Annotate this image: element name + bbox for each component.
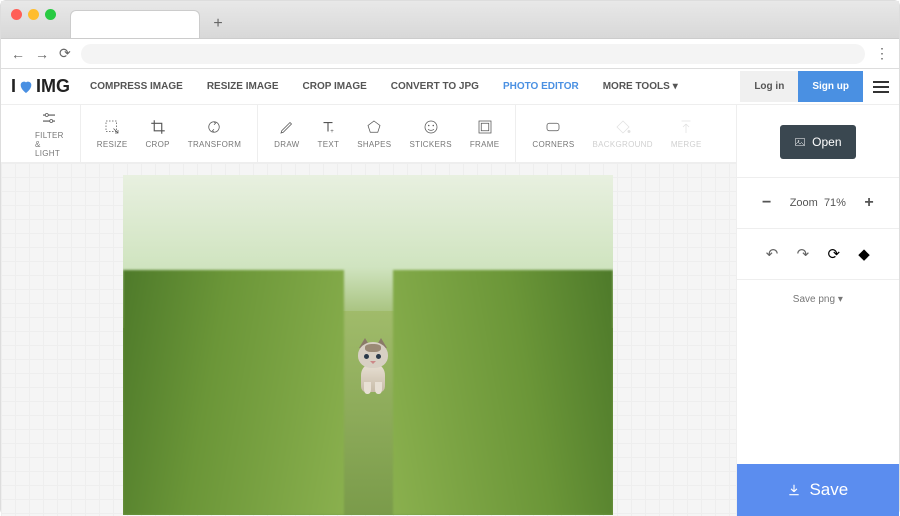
- tool-filter-light[interactable]: FILTER & LIGHT: [35, 109, 64, 158]
- tool-stickers[interactable]: STICKERS: [409, 118, 451, 149]
- minimize-window-icon[interactable]: [28, 9, 39, 20]
- history-button[interactable]: ⟳: [827, 245, 840, 263]
- heart-icon: [18, 79, 34, 95]
- paint-bucket-icon: [614, 118, 632, 136]
- address-input[interactable]: [81, 44, 865, 64]
- browser-tab[interactable]: [70, 10, 200, 38]
- tool-draw[interactable]: DRAW: [274, 118, 299, 149]
- editor-area: FILTER & LIGHT RESIZE CROP TRANSFORM: [1, 105, 736, 516]
- frame-icon: [476, 118, 494, 136]
- editor-toolbar: FILTER & LIGHT RESIZE CROP TRANSFORM: [1, 105, 736, 163]
- chevron-down-icon: ▾: [838, 294, 843, 305]
- nav-compress[interactable]: COMPRESS IMAGE: [90, 81, 183, 92]
- nav-links: COMPRESS IMAGE RESIZE IMAGE CROP IMAGE C…: [90, 81, 740, 92]
- sliders-icon: [40, 109, 58, 127]
- nav-resize[interactable]: RESIZE IMAGE: [207, 81, 279, 92]
- pencil-icon: [278, 118, 296, 136]
- tool-transform[interactable]: TRANSFORM: [188, 118, 241, 149]
- canvas-area[interactable]: [1, 163, 736, 516]
- merge-icon: [677, 118, 695, 136]
- history-row: ↶ ↷ ⟳ ◆: [751, 229, 885, 279]
- browser-chrome: +: [1, 1, 899, 39]
- tool-shapes[interactable]: SHAPES: [357, 118, 391, 149]
- workspace: FILTER & LIGHT RESIZE CROP TRANSFORM: [1, 105, 899, 516]
- tool-crop[interactable]: CROP: [145, 118, 169, 149]
- site-header: I IMG COMPRESS IMAGE RESIZE IMAGE CROP I…: [1, 69, 899, 105]
- layers-button[interactable]: ◆: [858, 245, 870, 263]
- tool-background: BACKGROUND: [592, 118, 652, 149]
- right-panel: Open − Zoom 71% + ↶ ↷ ⟳ ◆ Save png ▾ Sav…: [736, 105, 899, 516]
- reload-button[interactable]: ⟳: [59, 45, 71, 62]
- image-icon: [794, 136, 806, 148]
- zoom-out-button[interactable]: −: [757, 194, 777, 212]
- logo[interactable]: I IMG: [11, 76, 70, 97]
- nav-photo-editor[interactable]: PHOTO EDITOR: [503, 81, 579, 92]
- logo-text-pre: I: [11, 76, 16, 97]
- zoom-in-button[interactable]: +: [859, 194, 879, 212]
- chevron-down-icon: ▾: [673, 81, 678, 92]
- download-icon: [787, 483, 801, 497]
- tool-corners[interactable]: CORNERS: [532, 118, 574, 149]
- tool-resize[interactable]: RESIZE: [97, 118, 128, 149]
- hamburger-menu-icon[interactable]: [873, 78, 889, 96]
- signup-button[interactable]: Sign up: [798, 71, 863, 102]
- kitten-illustration: [349, 338, 397, 394]
- new-tab-button[interactable]: +: [208, 14, 228, 34]
- canvas-image[interactable]: [123, 175, 613, 515]
- svg-text:+: +: [331, 129, 335, 135]
- open-button[interactable]: Open: [780, 125, 856, 159]
- maximize-window-icon[interactable]: [45, 9, 56, 20]
- nav-convert[interactable]: CONVERT TO JPG: [391, 81, 479, 92]
- logo-text-post: IMG: [36, 76, 70, 97]
- save-format-dropdown[interactable]: Save png ▾: [751, 280, 885, 319]
- crop-icon: [149, 118, 167, 136]
- tool-text[interactable]: + TEXT: [318, 118, 340, 149]
- text-icon: +: [319, 118, 337, 136]
- back-button[interactable]: ←: [11, 46, 25, 62]
- resize-icon: [103, 118, 121, 136]
- tool-merge: MERGE: [671, 118, 702, 149]
- forward-button[interactable]: →: [35, 46, 49, 62]
- zoom-label: Zoom 71%: [790, 197, 846, 209]
- browser-menu-icon[interactable]: ⋮: [875, 45, 889, 62]
- url-bar: ← → ⟳ ⋮: [1, 39, 899, 69]
- tool-frame[interactable]: FRAME: [470, 118, 500, 149]
- smiley-icon: [422, 118, 440, 136]
- save-button[interactable]: Save: [737, 464, 899, 516]
- close-window-icon[interactable]: [11, 9, 22, 20]
- zoom-control: − Zoom 71% +: [751, 178, 885, 228]
- login-button[interactable]: Log in: [740, 71, 798, 102]
- nav-crop[interactable]: CROP IMAGE: [303, 81, 367, 92]
- auth-buttons: Log in Sign up: [740, 71, 889, 102]
- nav-more-tools[interactable]: MORE TOOLS▾: [603, 81, 678, 92]
- undo-button[interactable]: ↶: [766, 245, 779, 263]
- window-controls: [1, 1, 66, 42]
- rounded-rect-icon: [544, 118, 562, 136]
- pentagon-icon: [365, 118, 383, 136]
- redo-button[interactable]: ↷: [797, 245, 810, 263]
- transform-icon: [205, 118, 223, 136]
